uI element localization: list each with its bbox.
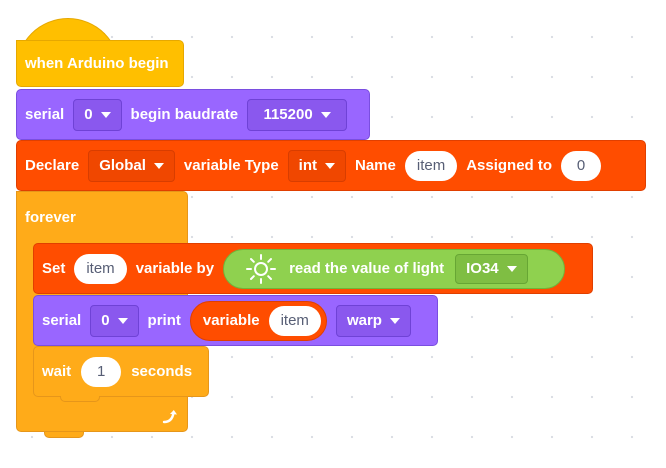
serial-begin-block[interactable]: serial 0 begin baudrate 115200 xyxy=(16,89,370,140)
loop-arrow-icon xyxy=(162,410,177,424)
serial-label: serial xyxy=(25,106,65,123)
begin-baudrate-label: begin baudrate xyxy=(130,106,239,123)
type-dropdown[interactable]: int xyxy=(287,149,346,182)
serial-port-dropdown[interactable]: 0 xyxy=(73,98,122,131)
wait-label: wait xyxy=(42,363,72,380)
print-variable-input[interactable]: item xyxy=(268,305,321,336)
read-light-reporter[interactable]: read the value of light IO34 xyxy=(223,248,566,289)
variable-by-label: variable by xyxy=(135,260,215,277)
set-label: Set xyxy=(42,260,66,277)
set-variable-block[interactable]: Set item variable by read the value of l… xyxy=(33,243,593,294)
forever-bottom-notch xyxy=(44,432,84,438)
chevron-down-icon xyxy=(325,162,335,169)
light-sensor-icon xyxy=(246,253,277,284)
initial-value-input[interactable]: 0 xyxy=(561,150,602,181)
serial-print-label: serial xyxy=(42,312,82,329)
set-variable-input[interactable]: item xyxy=(74,253,127,284)
hat-label: when Arduino begin xyxy=(25,55,169,72)
chevron-down-icon xyxy=(389,317,400,324)
read-light-label: read the value of light xyxy=(289,260,445,277)
scope-dropdown[interactable]: Global xyxy=(88,149,175,182)
wait-bottom-notch xyxy=(60,396,100,402)
pin-dropdown[interactable]: IO34 xyxy=(455,253,528,284)
chevron-down-icon xyxy=(506,265,517,272)
name-label: Name xyxy=(355,157,396,174)
chevron-down-icon xyxy=(153,162,164,169)
variable-label: variable xyxy=(202,312,260,329)
assigned-to-label: Assigned to xyxy=(466,157,553,174)
when-arduino-begin-block[interactable]: when Arduino begin xyxy=(16,40,184,87)
chevron-down-icon xyxy=(320,111,331,118)
wait-seconds-input[interactable]: 1 xyxy=(81,356,122,387)
variable-type-label: variable Type xyxy=(183,157,279,174)
variable-reporter[interactable]: variable item xyxy=(189,300,327,341)
baudrate-dropdown[interactable]: 115200 xyxy=(247,98,348,131)
chevron-down-icon xyxy=(117,317,128,324)
print-mode-dropdown[interactable]: warp xyxy=(335,304,411,337)
serial-print-port-dropdown[interactable]: 0 xyxy=(90,304,139,337)
serial-print-block[interactable]: serial 0 print variable item warp xyxy=(33,295,438,346)
declare-label: Declare xyxy=(25,157,80,174)
declare-variable-block[interactable]: Declare Global variable Type int Name it… xyxy=(16,140,646,191)
forever-label: forever xyxy=(25,209,76,226)
seconds-label: seconds xyxy=(131,363,193,380)
variable-name-input[interactable]: item xyxy=(404,150,458,181)
wait-block[interactable]: wait 1 seconds xyxy=(33,346,209,397)
chevron-down-icon xyxy=(100,111,111,118)
print-label: print xyxy=(147,312,181,329)
